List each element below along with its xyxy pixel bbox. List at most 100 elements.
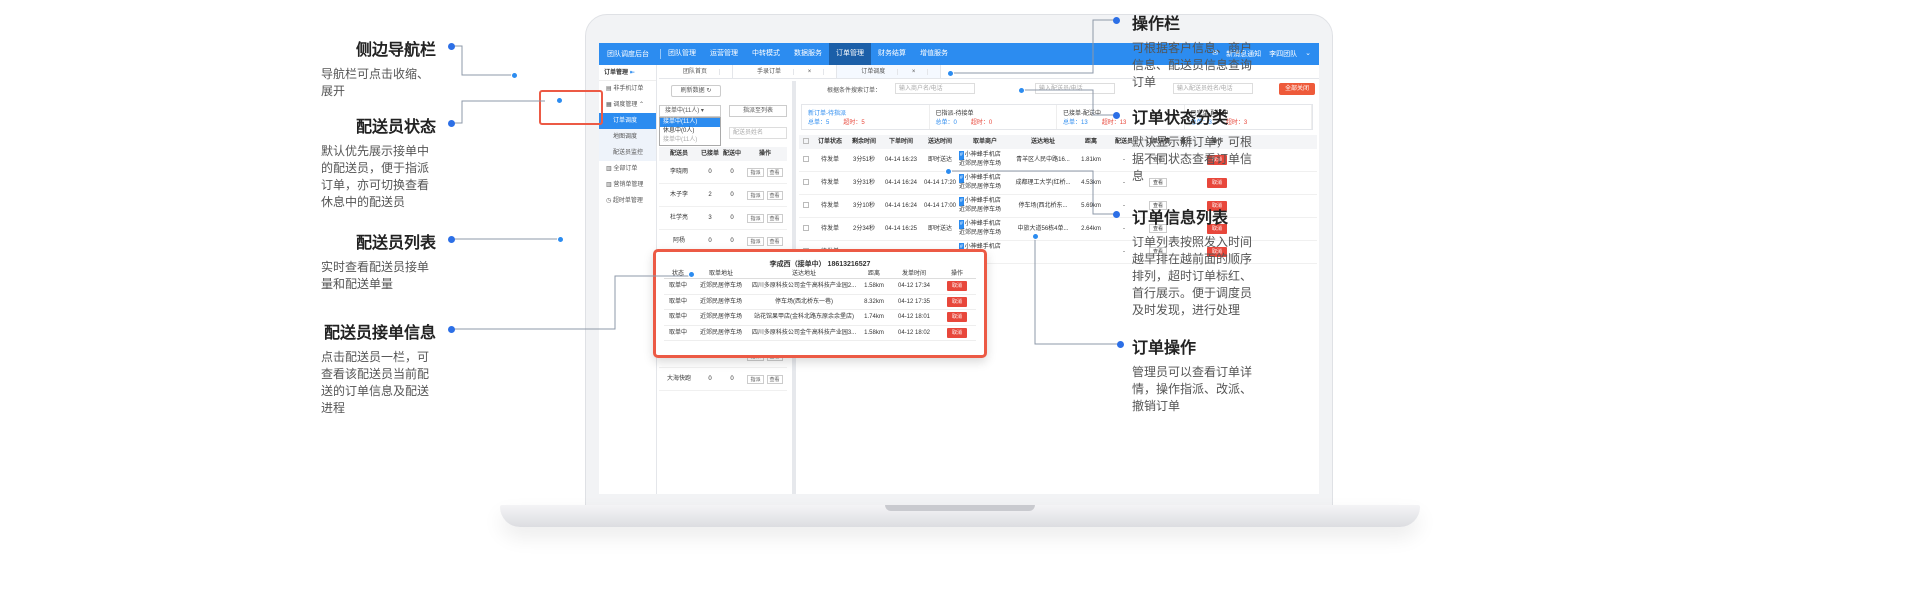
view-button[interactable]: 查看 (766, 167, 783, 177)
checkbox-icon (803, 225, 809, 232)
tab-manual-orders[interactable]: 手录订单 × (733, 65, 838, 78)
merchant-pickup: 近郊民居停车场 (959, 207, 1002, 213)
chevron-down-icon[interactable]: ⌄ (1305, 49, 1311, 59)
order-status: 待发单 (820, 180, 839, 186)
order-address: 成都理工大学(红桥... (1015, 180, 1071, 186)
merchant-line: # 小神蜂手机店 (959, 197, 1011, 206)
assign-button[interactable]: 指派 (747, 236, 764, 246)
popup-cancel-button[interactable]: 取消 (946, 312, 967, 322)
status-tab[interactable]: 已指派-待接单 总单：0 超时：0 (930, 105, 1057, 129)
order-address: 中旅大道56栋4单... (1017, 226, 1069, 232)
driver-delivering: 0 (730, 376, 734, 382)
row-checkbox[interactable] (799, 172, 813, 194)
row-checkbox[interactable] (799, 149, 813, 171)
driver-status-select[interactable]: 接单中(11人) ▾ (659, 105, 721, 117)
close-all-button[interactable]: 全部关闭 (1279, 83, 1315, 95)
driver-name: 杜学亮 (669, 215, 688, 221)
sidebar-item-manual-orders[interactable]: ▤ 非手机订单 (599, 81, 656, 97)
sidebar-item-order-dispatch[interactable]: 订单调度 (599, 113, 656, 129)
sidebar-item-all-orders[interactable]: ▥ 全部订单 (599, 161, 656, 177)
view-button[interactable]: 查看 (766, 190, 783, 200)
assign-button[interactable]: 指派 (747, 167, 764, 177)
order-merchant: # 小神蜂手机店 近郊民居停车场 (959, 149, 1011, 171)
sidebar-item-timeout-orders[interactable]: ◷ 超时单管理 (599, 193, 656, 209)
nav-item-data[interactable]: 数据服务 (787, 43, 829, 65)
sidebar-item-marketing-orders[interactable]: ▥ 营销单管理 (599, 177, 656, 193)
chevron-up-icon: ⌃ (639, 102, 645, 108)
tab-team-home[interactable]: 团队首页 (659, 65, 734, 78)
popup-cancel-button[interactable]: 取消 (946, 296, 967, 307)
annotation-toolbar: 操作栏 可根据客户信息、商户信息、配送员信息查询订单 (1132, 10, 1252, 91)
annotation-driver-status: 配送员状态 默认优先展示接单中的配送员，便于指派订单，亦可切换查看休息中的配送员 (300, 113, 436, 211)
row-checkbox[interactable] (799, 218, 813, 240)
nav-item-value-added[interactable]: 增值服务 (913, 43, 955, 65)
driver-search-input[interactable]: 配送员姓名 (729, 127, 787, 139)
sidebar-item-dispatch[interactable]: ▦ 调度管理 ⌃ (599, 97, 656, 113)
order-merchant: # 小神蜂手机店 近郊民居停车场 (959, 172, 1011, 194)
status-tab-counts: 总单：5 超时：5 (808, 117, 923, 126)
merchant-search-input[interactable]: 输入商户名/电话 (895, 83, 975, 94)
driver-delivering: 0 (730, 215, 734, 221)
driver-row[interactable]: 李晓雨 0 0 指派 查看 (659, 161, 787, 184)
status-late: 超时：0 (970, 120, 993, 126)
annotation-order-list: 订单信息列表 订单列表按照发入时间越早排在越前面的顺序排列，超时订单标红、首行展… (1132, 204, 1252, 319)
driver-accepted: 2 (708, 192, 712, 198)
assign-button[interactable]: 指派 (747, 213, 764, 223)
view-button[interactable]: 查看 (766, 236, 783, 246)
popup-dest: 站花馆果甲店(金科北路东原余余堡店) (754, 314, 854, 320)
main-nav: 团队管理 运营管理 中转模式 数据服务 订单管理 财务结算 增值服务 (661, 43, 955, 65)
driver-phone-search-input[interactable]: 输入配送员/电话 (1035, 83, 1115, 94)
popup-cancel-button[interactable]: 取消 (946, 327, 967, 338)
view-button[interactable]: 查看 (766, 213, 783, 223)
nav-item-team[interactable]: 团队管理 (661, 43, 703, 65)
order-remaining: 2分34秒 (852, 226, 875, 232)
status-dropdown-highlight (539, 90, 603, 125)
merchant-tag-icon: # (959, 220, 964, 229)
driver-accepted: 0 (708, 376, 712, 382)
driver-row[interactable]: 木子李 2 0 指派 查看 (659, 184, 787, 207)
popup-table: 状态 取单地址 送达地址 距离 发单时间 操作 取单中 近郊民居停车场 四川多原科技公司金牛高… (664, 269, 976, 341)
nav-item-orders[interactable]: 订单管理 (829, 43, 871, 65)
status-tab[interactable]: 新订单-待指派 总单：5 超时：5 (802, 105, 930, 129)
nav-item-finance[interactable]: 财务结算 (871, 43, 913, 65)
refresh-button[interactable]: 刷新数据 ↻ (671, 85, 721, 97)
annotation-desc: 管理员可以查看订单详情，操作指派、改派、撤销订单 (1132, 365, 1253, 413)
popup-distance: 8.32km (864, 298, 884, 305)
order-deliver-time: 即时送达 (927, 226, 952, 232)
dropdown-option-working[interactable]: 接单中(11人) (660, 118, 720, 127)
close-icon[interactable]: × (899, 69, 929, 75)
assign-button[interactable]: 指派 (747, 190, 764, 200)
user-menu[interactable]: 李四团队 (1269, 49, 1297, 59)
driver-row[interactable]: 杜学亮 3 0 指派 查看 (659, 207, 787, 230)
popup-col-header: 距离 (867, 271, 880, 277)
order-col-header: 剩余时间 (851, 139, 876, 145)
status-tab-name: 新订单-待指派 (808, 111, 846, 117)
nav-item-transfer[interactable]: 中转模式 (745, 43, 787, 65)
sidebar-item-map-dispatch[interactable]: 地图调度 (599, 129, 656, 145)
order-merchant: # 小神蜂手机店 近郊民居停车场 (959, 195, 1011, 217)
assign-to-list-button[interactable]: 指派至列表 (729, 105, 787, 117)
merchant-tag-icon: # (959, 151, 964, 160)
merchant-line: # 小神蜂手机店 (959, 220, 1011, 229)
close-icon[interactable]: × (795, 69, 825, 75)
driver-row[interactable]: 大海快跑 0 0 指派 查看 (659, 368, 787, 391)
select-all-checkbox[interactable] (799, 135, 813, 149)
dropdown-option-resting[interactable]: 休息中(0人) (660, 127, 720, 136)
status-tab-name: 已指派-待接单 (935, 111, 974, 117)
status-total: 总单：5 (808, 120, 830, 126)
row-checkbox[interactable] (799, 195, 813, 217)
collapse-icon[interactable]: ⇤ (630, 70, 635, 76)
nav-item-operation[interactable]: 运营管理 (703, 43, 745, 65)
order-address: 青羊区人民中路16... (1016, 157, 1070, 163)
popup-cancel-button[interactable]: 取消 (946, 281, 967, 291)
annotation-title: 订单操作 (1132, 340, 1197, 357)
order-deliver-time: 即时送达 (927, 157, 952, 163)
assign-button[interactable]: 指派 (747, 374, 764, 384)
order-distance (1075, 241, 1107, 263)
sidebar-item-driver-monitor[interactable]: 配送员监控 (599, 145, 656, 161)
merchant-tag-icon: # (959, 197, 964, 206)
tab-order-dispatch[interactable]: 订单调度 × (837, 65, 942, 78)
laptop-notch (885, 505, 1035, 511)
anno-dot (448, 43, 455, 50)
view-button[interactable]: 查看 (766, 374, 783, 384)
